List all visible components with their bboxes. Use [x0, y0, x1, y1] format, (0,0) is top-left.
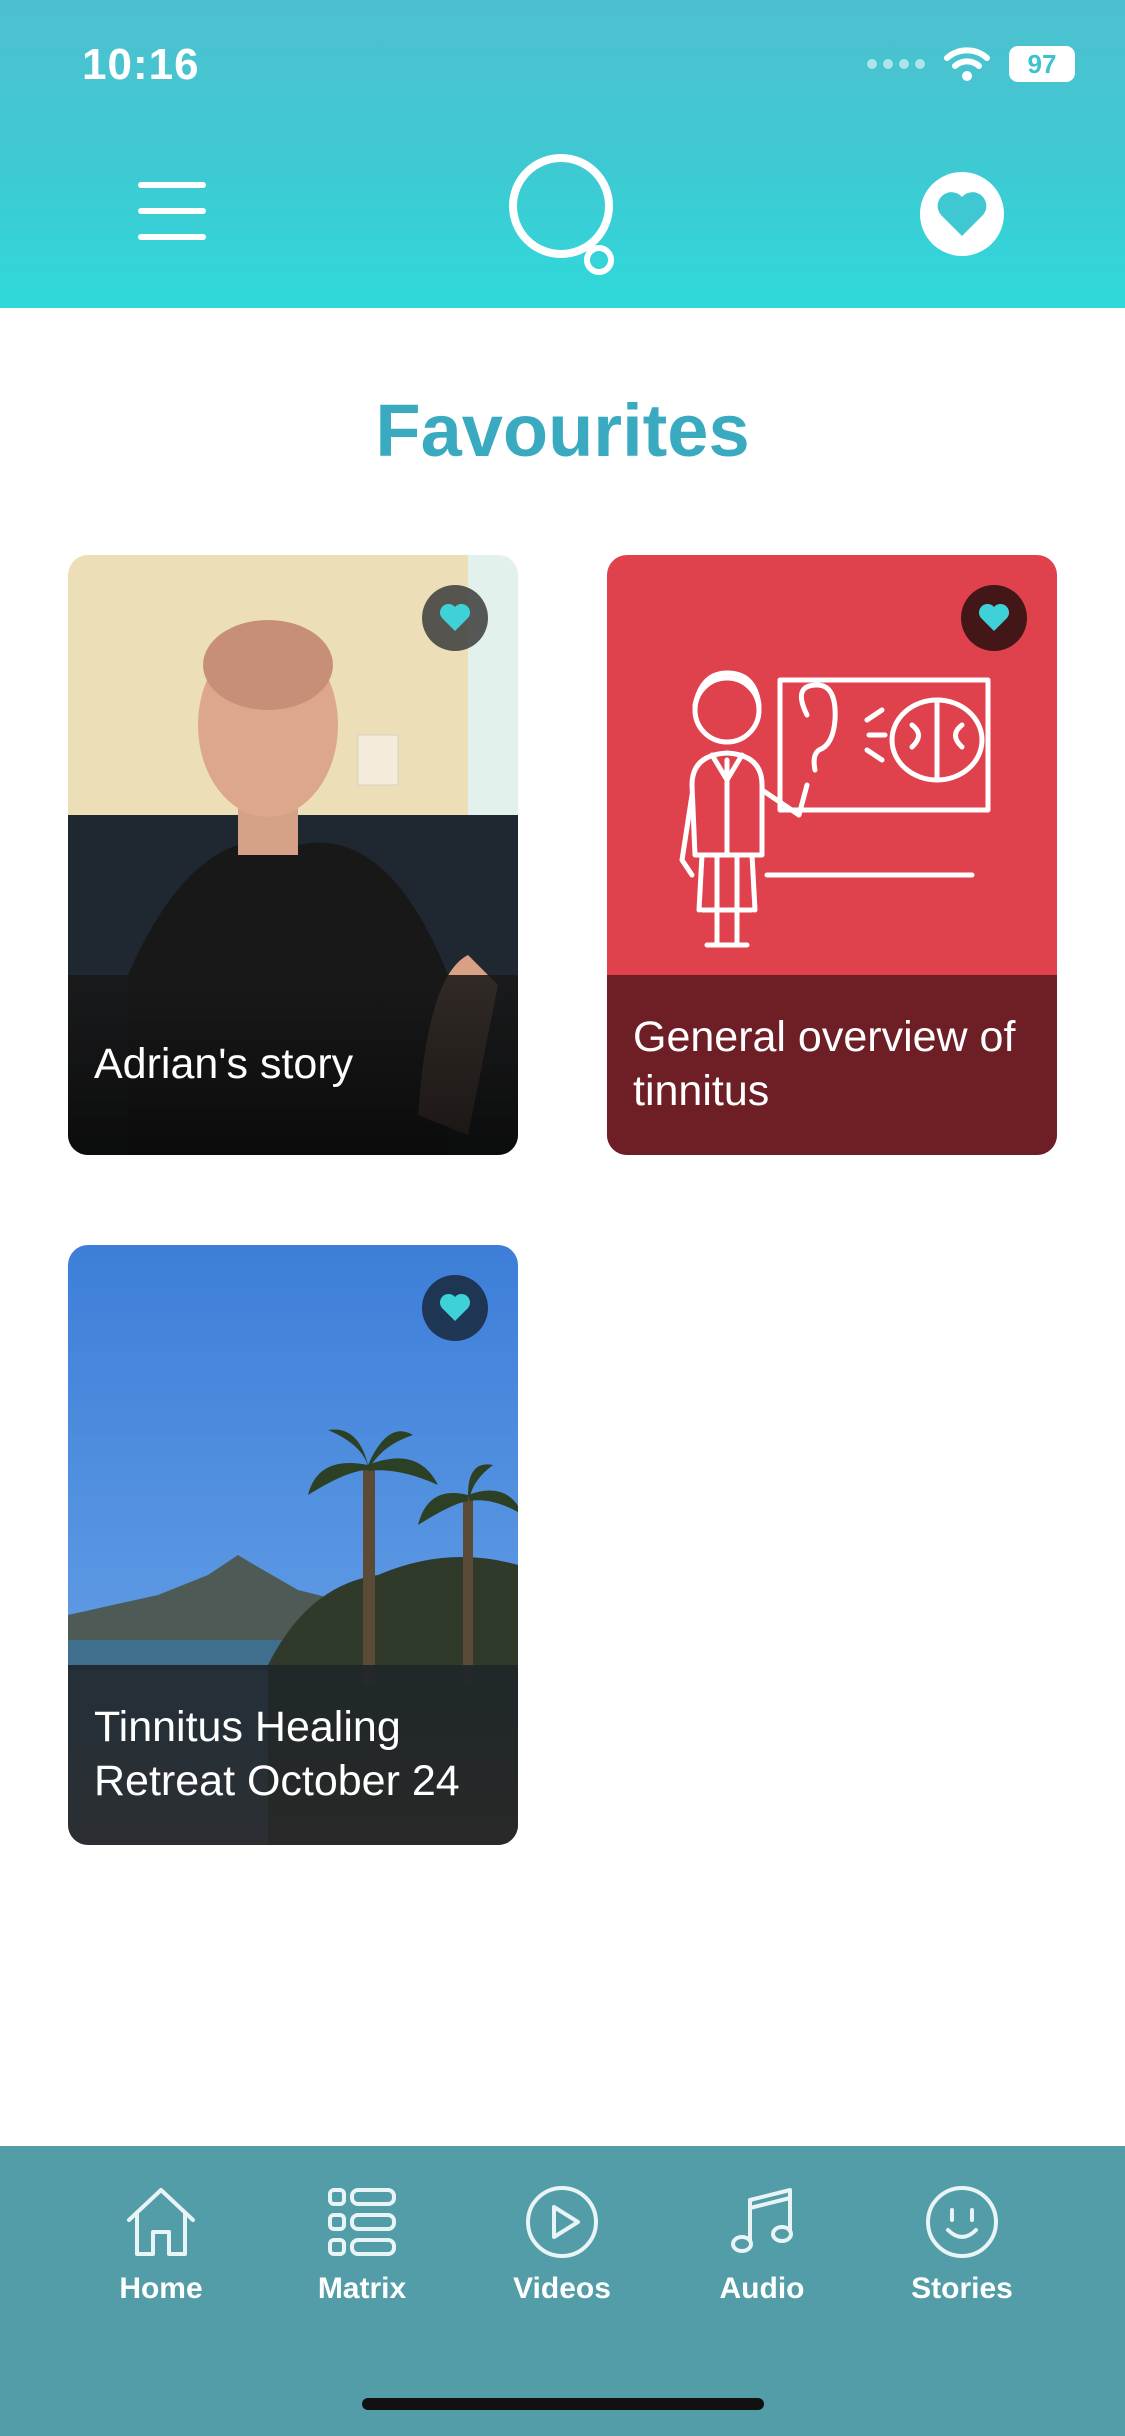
- favourites-button[interactable]: [920, 172, 1004, 256]
- list-icon: [328, 2188, 396, 2256]
- favourite-card[interactable]: Tinnitus Healing Retreat October 24: [68, 1245, 518, 1845]
- home-icon: [127, 2188, 195, 2256]
- favourite-card[interactable]: Adrian's story: [68, 555, 518, 1155]
- play-icon: [526, 2186, 598, 2258]
- favourite-toggle[interactable]: [961, 585, 1027, 651]
- heart-icon: [439, 1293, 471, 1321]
- status-indicators: 97: [867, 46, 1075, 82]
- favourite-toggle[interactable]: [422, 1275, 488, 1341]
- hamburger-menu-icon[interactable]: [132, 174, 210, 252]
- music-note-icon: [731, 2188, 793, 2253]
- nav-home[interactable]: Home: [81, 2182, 241, 2332]
- favourite-toggle[interactable]: [422, 585, 488, 651]
- heart-icon: [439, 603, 471, 631]
- nav-audio-label: Audio: [719, 2272, 805, 2305]
- nav-home-label: Home: [119, 2272, 203, 2305]
- nav-audio[interactable]: Audio: [682, 2182, 842, 2332]
- nav-videos[interactable]: Videos: [482, 2182, 642, 2332]
- favourite-card[interactable]: General overview of tinnitus: [607, 555, 1057, 1155]
- app-header: 10:16 97: [0, 0, 1125, 308]
- home-indicator[interactable]: [362, 2398, 764, 2410]
- card-title: General overview of tinnitus: [607, 975, 1057, 1155]
- nav-stories[interactable]: Stories: [882, 2182, 1042, 2332]
- battery-indicator: 97: [1009, 46, 1075, 82]
- favourites-screen: 10:16 97 Favourites Adrian's story Gener…: [0, 0, 1125, 2436]
- nav-videos-label: Videos: [513, 2272, 611, 2305]
- cellular-signal-icon: [867, 59, 925, 69]
- status-time: 10:16: [82, 40, 200, 89]
- page-title: Favourites: [375, 389, 750, 472]
- thought-bubble-logo-icon[interactable]: [505, 152, 625, 276]
- heart-icon: [937, 192, 987, 236]
- card-title: Tinnitus Healing Retreat October 24: [68, 1665, 518, 1845]
- heart-icon: [978, 603, 1010, 631]
- nav-stories-label: Stories: [911, 2272, 1013, 2305]
- card-title: Adrian's story: [68, 975, 518, 1155]
- bottom-navigation: Home Matrix Videos Audio Stories: [0, 2146, 1125, 2436]
- wifi-icon: [944, 47, 990, 81]
- smiley-icon: [926, 2186, 998, 2258]
- nav-matrix[interactable]: Matrix: [282, 2182, 442, 2332]
- nav-matrix-label: Matrix: [317, 2272, 407, 2305]
